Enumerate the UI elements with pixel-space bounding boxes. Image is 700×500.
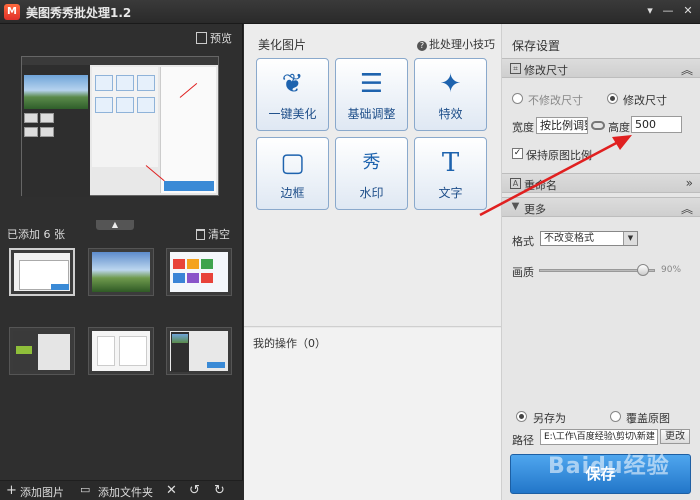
tool-basic-adjust[interactable]: ☰ 基础调整 — [335, 58, 408, 131]
thumbnail-4[interactable] — [9, 327, 75, 375]
rename-icon: A — [510, 178, 521, 189]
resize-section-header[interactable]: ⌗ 修改尺寸 ︽ — [502, 58, 700, 78]
collapse-preview-button[interactable]: ▲ — [96, 220, 134, 230]
chevron-up-icon: ︽ — [680, 63, 693, 77]
clear-label: 清空 — [208, 228, 230, 241]
radio-change-size[interactable] — [607, 93, 618, 104]
minimize-icon[interactable]: — — [660, 3, 676, 19]
close-icon[interactable]: ✕ — [680, 3, 696, 19]
format-label: 格式 — [512, 235, 534, 248]
crop-icon: ⌗ — [510, 63, 521, 74]
tips-link-label: 批处理小技巧 — [429, 38, 495, 51]
keep-ratio-checkbox[interactable]: ✓ — [512, 148, 523, 159]
chevron-right-icon: » — [685, 176, 693, 190]
preview-image — [21, 56, 219, 197]
help-icon: ? — [417, 41, 427, 51]
format-value: 不改变格式 — [544, 233, 594, 244]
beautify-section: 美化图片 ? 批处理小技巧 ❦ 一键美化 ☰ 基础调整 ✦ 特效 ▢ 边框 秀 水… — [244, 24, 501, 327]
thumbnail-6[interactable] — [166, 327, 232, 375]
thumbnail-3[interactable] — [166, 248, 232, 296]
triangle-down-icon: ▼ — [511, 201, 520, 212]
my-operations-area — [244, 328, 501, 500]
radio-keep-size[interactable] — [512, 93, 523, 104]
add-image-icon: + — [6, 483, 17, 498]
folder-icon: ▭ — [80, 483, 91, 496]
add-folder-button[interactable]: 添加文件夹 — [98, 484, 153, 500]
tool-label: 基础调整 — [347, 107, 396, 121]
overwrite-label: 覆盖原图 — [626, 412, 670, 425]
more-section-label: 更多 — [524, 203, 546, 216]
image-count: 已添加 6 张 — [7, 228, 65, 241]
quality-label: 画质 — [512, 266, 534, 279]
radio-overwrite[interactable] — [610, 411, 621, 422]
save-as-label: 另存为 — [533, 412, 566, 425]
tool-label: 特效 — [438, 107, 463, 121]
delete-icon[interactable]: ✕ — [166, 483, 177, 498]
trash-icon — [196, 229, 205, 240]
save-settings-title: 保存设置 — [512, 39, 561, 53]
tool-border[interactable]: ▢ 边框 — [256, 137, 329, 210]
preview-button[interactable]: 预览 — [196, 30, 232, 46]
rename-section-label: 重命名 — [524, 179, 557, 192]
height-field[interactable]: 500 — [631, 116, 682, 133]
thumbnail-2[interactable] — [88, 248, 154, 296]
thumbnail-5[interactable] — [88, 327, 154, 375]
my-operations-label: 我的操作（0） — [253, 337, 326, 350]
tips-link[interactable]: ? 批处理小技巧 — [417, 36, 495, 52]
watermark: Baidu经验 — [548, 454, 670, 479]
tool-auto-beautify[interactable]: ❦ 一键美化 — [256, 58, 329, 131]
watermark-seal-icon: 秀 — [362, 152, 381, 173]
tool-label: 边框 — [280, 186, 305, 200]
path-field[interactable]: E:\工作\百度经验\剪切\新建 — [540, 429, 658, 445]
format-select[interactable]: 不改变格式 ▼ — [540, 231, 638, 246]
menu-dropdown-icon[interactable]: ▾ — [642, 3, 658, 19]
preview-label: 预览 — [210, 32, 232, 45]
thumbnail-1[interactable] — [9, 248, 75, 296]
change-size-label: 修改尺寸 — [623, 94, 667, 107]
keep-size-label: 不修改尺寸 — [528, 94, 583, 107]
text-t-icon: T — [441, 148, 460, 178]
center-panel: 美化图片 ? 批处理小技巧 ❦ 一键美化 ☰ 基础调整 ✦ 特效 ▢ 边框 秀 水… — [244, 24, 501, 500]
rename-section-header[interactable]: A 重命名 » — [502, 173, 700, 193]
width-field[interactable]: 按比例调整 — [536, 117, 588, 134]
path-label: 路径 — [512, 434, 534, 447]
change-path-button[interactable]: 更改 — [660, 429, 690, 444]
tulip-icon: ❦ — [281, 69, 304, 99]
chevron-up-icon: ︽ — [680, 202, 693, 216]
keep-ratio-label: 保持原图比例 — [526, 149, 592, 162]
tool-label: 一键美化 — [268, 107, 317, 121]
title-bar: M 美图秀秀批处理1.2 ▾ — ✕ — [0, 0, 700, 24]
height-label: 高度 — [608, 121, 630, 134]
width-label: 宽度 — [512, 121, 534, 134]
sliders-icon: ☰ — [359, 69, 384, 99]
quality-value: 90% — [661, 265, 682, 275]
window-title: 美图秀秀批处理1.2 — [26, 6, 132, 20]
magic-wand-icon: ✦ — [439, 69, 462, 99]
more-section-header[interactable]: ▼ 更多 ︽ — [502, 197, 700, 217]
link-icon[interactable] — [591, 121, 605, 130]
left-bottom-toolbar: + 添加图片 ▭ 添加文件夹 ✕ ↺ ↻ — [0, 480, 243, 500]
tool-effects[interactable]: ✦ 特效 — [414, 58, 487, 131]
preview-icon — [196, 32, 207, 44]
tool-text[interactable]: T 文字 — [414, 137, 487, 210]
frame-icon: ▢ — [280, 148, 305, 178]
rotate-right-icon[interactable]: ↻ — [214, 483, 225, 498]
beautify-heading: 美化图片 — [258, 38, 307, 52]
clear-button[interactable]: 清空 — [196, 226, 230, 242]
chevron-down-icon: ▼ — [623, 232, 637, 245]
app-logo-icon: M — [4, 4, 20, 20]
tool-label: 文字 — [438, 186, 463, 200]
rotate-left-icon[interactable]: ↺ — [189, 483, 200, 498]
resize-section-label: 修改尺寸 — [524, 64, 568, 77]
left-panel: 预览 ▲ 已添加 6 张 清空 + 添加图片 ▭ 添加文件夹 ✕ ↺ ↻ — [0, 24, 243, 500]
radio-save-as[interactable] — [516, 411, 527, 422]
tool-label: 水印 — [359, 186, 384, 200]
add-images-button[interactable]: 添加图片 — [20, 484, 64, 500]
tool-watermark[interactable]: 秀 水印 — [335, 137, 408, 210]
